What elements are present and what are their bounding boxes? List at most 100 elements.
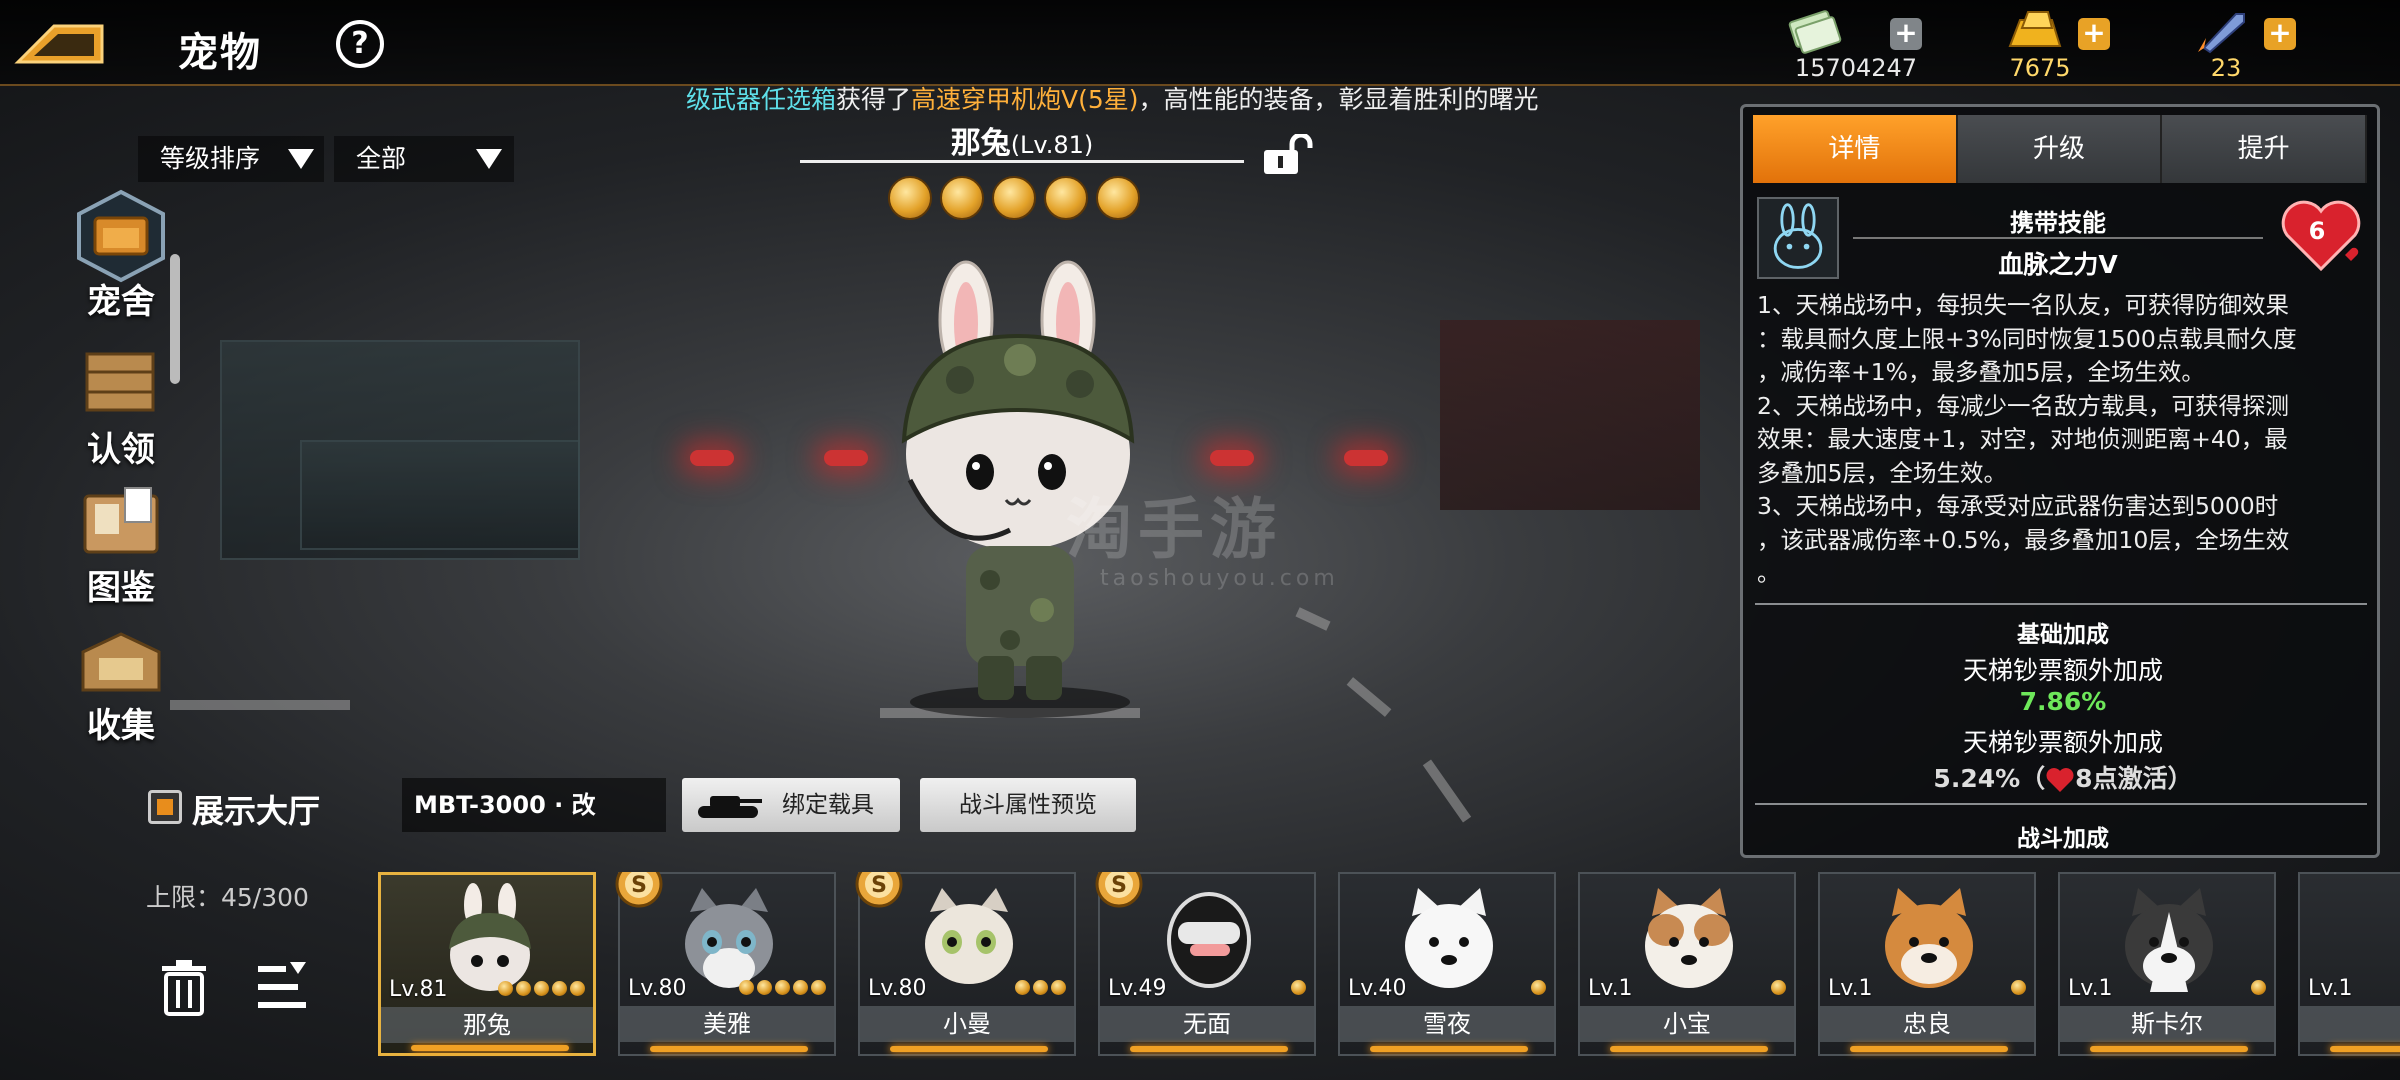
skill-header: 携带技能 bbox=[2010, 209, 2106, 237]
pet-card-level: Lv.1 bbox=[1828, 976, 1873, 1001]
svg-text:S: S bbox=[631, 873, 647, 898]
gold-value: 7675 bbox=[2009, 54, 2071, 82]
svg-text:S: S bbox=[871, 873, 887, 898]
star-bell-icon bbox=[1051, 980, 1066, 995]
rocket-value: 23 bbox=[2210, 54, 2242, 82]
unlock-icon[interactable] bbox=[1262, 134, 1318, 176]
pet-card-name: 忠良 bbox=[1820, 1006, 2034, 1042]
sort-dropdown-label: 等级排序 bbox=[160, 144, 261, 173]
pet-card-level: Lv.80 bbox=[868, 976, 927, 1001]
pet-card[interactable]: Lv.1 斯卡尔 bbox=[2058, 872, 2276, 1056]
description-line: ，该武器减伤率+0.5%，最多叠加10层，全场生效 bbox=[1757, 525, 2290, 554]
background-container bbox=[1440, 320, 1700, 510]
tank-icon bbox=[698, 796, 762, 818]
pet-card-level: Lv.49 bbox=[1108, 976, 1167, 1001]
combat-preview-button[interactable]: 战斗属性预览 bbox=[920, 778, 1136, 832]
star-bell-icon bbox=[570, 981, 585, 996]
divider bbox=[1853, 237, 2263, 239]
kennel-icon bbox=[77, 189, 165, 283]
pet-portrait-husky bbox=[2125, 888, 2213, 992]
bind-vehicle-button[interactable]: 绑定载具 bbox=[682, 778, 900, 832]
bind-vehicle-label: 绑定载具 bbox=[782, 792, 874, 818]
pet-card-list[interactable]: Lv.81 那兔 Lv.80 美雅 Lv.80 小曼 Lv.49 无面 Lv.4… bbox=[378, 872, 2400, 1060]
resource-gold: + 7675 bbox=[2006, 8, 2116, 84]
divider bbox=[1755, 803, 2367, 805]
description-line: ：载具耐久度上限+3%同时恢复1500点载具耐久度 bbox=[1757, 324, 2297, 353]
sort-order-icon[interactable] bbox=[256, 960, 308, 1014]
tab-details[interactable]: 详情 bbox=[1753, 115, 1958, 183]
marquee-reward: 高速穿甲机炮V(5星) bbox=[911, 85, 1139, 114]
add-rocket-button[interactable]: + bbox=[2264, 18, 2296, 50]
road-marking bbox=[1346, 677, 1392, 717]
pet-card-stars bbox=[498, 981, 585, 996]
sort-dropdown[interactable]: 等级排序 bbox=[138, 136, 324, 182]
star-bell-icon bbox=[775, 980, 790, 995]
star-bell-icon bbox=[552, 981, 567, 996]
pet-portrait-dog bbox=[1405, 888, 1493, 988]
pet-card[interactable]: Lv.1 忠良 bbox=[1818, 872, 2036, 1056]
pet-card-highlight bbox=[650, 1046, 808, 1052]
star-bell-icon bbox=[1531, 980, 1546, 995]
description-line: 。 bbox=[1757, 559, 1781, 587]
pet-card-highlight bbox=[1610, 1046, 1768, 1052]
resource-cash: + 15704247 bbox=[1786, 8, 1926, 84]
chevron-down-icon bbox=[288, 149, 314, 169]
pet-card[interactable]: Lv.1 bbox=[2298, 872, 2400, 1056]
bonus-note-paren: （ bbox=[2020, 764, 2046, 793]
help-icon[interactable]: ? bbox=[336, 20, 384, 68]
tab-enhance[interactable]: 提升 bbox=[2162, 115, 2368, 183]
pet-card-level: Lv.1 bbox=[2068, 976, 2113, 1001]
scope-dropdown[interactable]: 全部 bbox=[334, 136, 514, 182]
crate-icon bbox=[85, 352, 155, 412]
description-line: 2、天梯战场中，每减少一名敌方载具，可获得探测 bbox=[1757, 391, 2289, 420]
bonus-label: 天梯钞票额外加成 bbox=[1962, 656, 2163, 685]
nav-collection[interactable]: 收集 bbox=[68, 612, 174, 747]
star-bell-icon bbox=[992, 176, 1036, 220]
pet-card[interactable]: Lv.40 雪夜 bbox=[1338, 872, 1556, 1056]
star-bell-icon bbox=[811, 980, 826, 995]
pet-star-rating bbox=[888, 176, 1140, 220]
bound-vehicle-name: MBT-3000 · 改 bbox=[402, 778, 666, 832]
pet-card[interactable]: Lv.1 小宝 bbox=[1578, 872, 1796, 1056]
s-badge-icon: S bbox=[1095, 872, 1143, 908]
pet-portrait-dog bbox=[1645, 888, 1733, 988]
nav-claim[interactable]: 认领 bbox=[68, 336, 174, 471]
pet-card-name: 小曼 bbox=[860, 1006, 1074, 1042]
marquee-item: 级武器任选箱 bbox=[686, 85, 837, 114]
marquee-text: ，高性能的装备，彰显着胜利的曙光 bbox=[1138, 85, 1539, 114]
bonus-value: 5.24% bbox=[1933, 764, 2021, 793]
description-line: ，减伤率+1%，最多叠加5层，全场生效。 bbox=[1757, 358, 2205, 386]
skill-rabbit-icon bbox=[1757, 197, 1839, 279]
display-hall-checkbox[interactable] bbox=[148, 790, 182, 824]
trash-icon[interactable] bbox=[160, 958, 208, 1016]
page-title: 宠物 bbox=[178, 30, 262, 76]
heart-icon bbox=[2046, 768, 2074, 792]
background-light bbox=[1210, 450, 1254, 466]
pet-card[interactable]: Lv.81 那兔 bbox=[378, 872, 596, 1056]
add-cash-button[interactable]: + bbox=[1890, 18, 1922, 50]
pet-card-name: 无面 bbox=[1100, 1006, 1314, 1042]
pet-card-highlight bbox=[890, 1046, 1048, 1052]
star-bell-icon bbox=[940, 176, 984, 220]
star-bell-icon bbox=[498, 981, 513, 996]
description-line: 3、天梯战场中，每承受对应武器伤害达到5000时 bbox=[1757, 492, 2279, 520]
tab-upgrade[interactable]: 升级 bbox=[1957, 115, 2163, 183]
pet-card-stars bbox=[1531, 980, 1546, 995]
pet-name-title: 那兔(Lv.81) bbox=[800, 118, 1244, 162]
pet-card-level: Lv.1 bbox=[2308, 976, 2353, 1001]
pet-card-stars bbox=[2011, 980, 2026, 995]
background-crate bbox=[300, 440, 580, 550]
pet-card-stars bbox=[739, 980, 826, 995]
nav-handbook[interactable]: 图鉴 bbox=[68, 474, 174, 609]
resource-rocket: + 23 bbox=[2196, 8, 2306, 84]
pet-card-level: Lv.81 bbox=[389, 977, 448, 1002]
pet-level: (Lv.81) bbox=[1010, 131, 1094, 159]
pet-card-highlight bbox=[1370, 1046, 1528, 1052]
background-light bbox=[690, 450, 734, 466]
nav-kennel[interactable]: 宠舍 bbox=[68, 188, 174, 323]
nav-scrollbar[interactable] bbox=[170, 254, 180, 384]
pet-detail-panel: 详情 升级 提升 携带技能 血脉之力Ⅴ 6 1、天梯战场中，每损失一名队友，可获… bbox=[1740, 104, 2380, 858]
add-gold-button[interactable]: + bbox=[2078, 18, 2110, 50]
detail-tabs: 详情 升级 提升 bbox=[1753, 115, 2368, 183]
back-arrow-icon[interactable] bbox=[14, 18, 106, 70]
